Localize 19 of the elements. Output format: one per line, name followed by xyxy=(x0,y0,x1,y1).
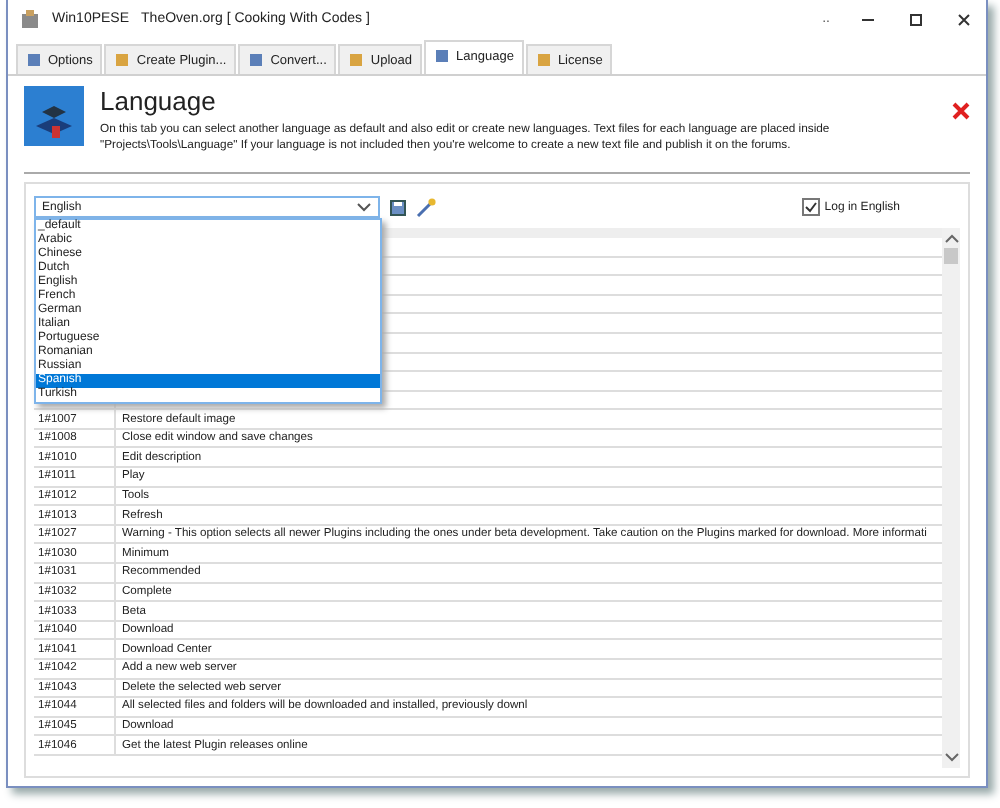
page-title: Language xyxy=(100,86,218,116)
tab-icon xyxy=(535,52,552,68)
tab-icon xyxy=(434,48,451,64)
tab-icon xyxy=(348,52,365,68)
scrollbar[interactable] xyxy=(942,227,960,768)
book-icon xyxy=(24,86,84,146)
save-icon[interactable] xyxy=(390,199,406,216)
scroll-down-icon[interactable] xyxy=(943,752,959,764)
scroll-up-icon[interactable] xyxy=(943,231,959,244)
check-icon xyxy=(804,200,819,215)
close-icon[interactable] xyxy=(954,9,974,29)
caret-icon xyxy=(356,201,372,214)
tab-icon xyxy=(248,52,265,68)
tab-icon xyxy=(26,52,42,68)
maximize-icon[interactable] xyxy=(906,9,926,29)
tab-icon xyxy=(114,52,131,68)
scroll-thumb[interactable] xyxy=(944,247,958,264)
wand-icon[interactable] xyxy=(416,197,436,218)
app-icon xyxy=(20,9,40,29)
